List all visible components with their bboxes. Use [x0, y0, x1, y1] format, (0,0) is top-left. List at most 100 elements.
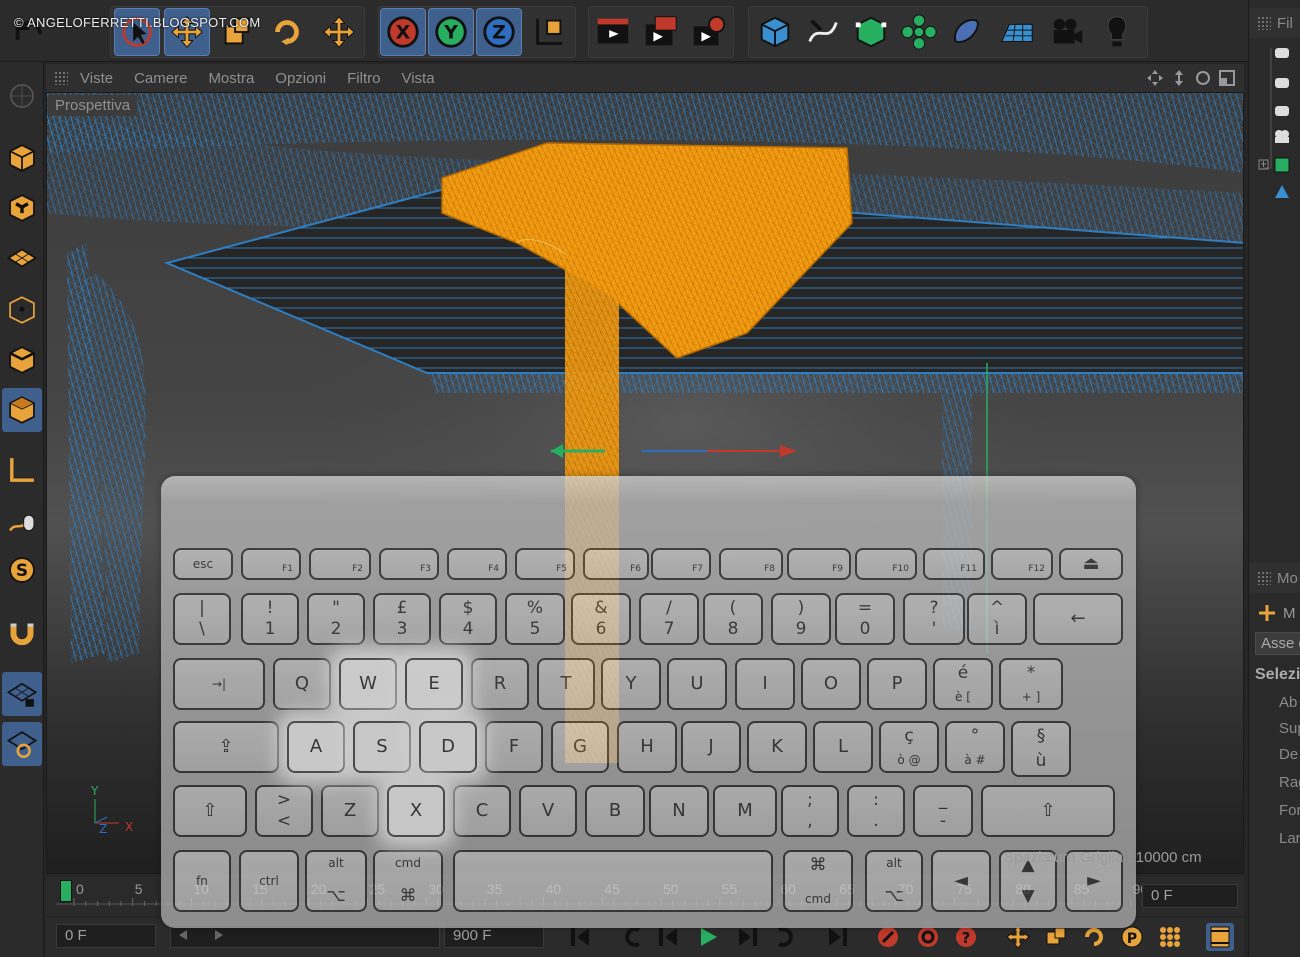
key-: § ù [1011, 721, 1071, 777]
nurbs-icon[interactable] [848, 8, 894, 56]
zoom-view-icon[interactable] [1170, 69, 1188, 87]
key-k: K [747, 721, 807, 773]
array-icon[interactable] [896, 8, 942, 56]
polygons-mode-icon[interactable] [2, 388, 42, 432]
key-p: P [867, 658, 927, 710]
deformer-icon[interactable] [944, 8, 990, 56]
move-tool-icon[interactable] [316, 8, 362, 56]
menu-camere[interactable]: Camere [134, 70, 187, 87]
key-: ° à # [945, 721, 1005, 773]
key-label-lower: - [939, 811, 947, 831]
key-cmd: ⌘ cmd [783, 850, 853, 912]
key-label-upper: cmd [395, 856, 421, 870]
key-label: F [508, 736, 520, 757]
rotate-view-icon[interactable] [1194, 69, 1212, 87]
key-v: V [519, 785, 577, 837]
timeline-icon[interactable] [1206, 923, 1234, 951]
points-mode-icon[interactable] [2, 288, 42, 332]
key-label: F9 [832, 564, 843, 574]
key-label-upper: ? [929, 598, 939, 618]
key-label: ⏏ [1082, 553, 1100, 574]
key-fn: fn [173, 850, 231, 912]
cube-icon[interactable] [752, 8, 798, 56]
attr-row-5[interactable]: Lar [1279, 830, 1300, 847]
key-label-lower: ⌥ [326, 886, 346, 906]
key-label: D [441, 736, 455, 757]
key-pla-icon[interactable] [1156, 923, 1184, 951]
key-f11: F11 [923, 548, 985, 580]
current-frame-field[interactable]: 0 F [1142, 884, 1238, 908]
attribute-manager-grip-icon[interactable] [1257, 571, 1271, 585]
key-label-upper: : [873, 790, 879, 810]
light-icon[interactable] [1094, 8, 1140, 56]
workplane-lock-icon[interactable] [2, 672, 42, 716]
workplane-rotate-icon[interactable] [2, 722, 42, 766]
key-label-lower: 4 [462, 619, 474, 639]
start-frame-field[interactable]: 0 F [56, 924, 156, 948]
magnet-icon[interactable] [2, 610, 42, 654]
render-settings-icon[interactable] [686, 8, 732, 56]
key-5: % 5 [505, 593, 565, 645]
key-label-upper: ! [266, 598, 274, 618]
key-label: W [359, 673, 377, 694]
axis-mode-icon[interactable] [2, 448, 42, 492]
key-d: D [419, 721, 477, 773]
attr-row-2[interactable]: De [1279, 746, 1298, 763]
texture-mode-icon[interactable] [2, 186, 42, 230]
key-e: E [405, 658, 463, 710]
key-: cmd ⌘ [373, 850, 443, 912]
key-label: Y [625, 673, 637, 694]
object-manager-grip-icon[interactable] [1257, 16, 1271, 30]
edges-mode-icon[interactable] [2, 338, 42, 382]
key-u: U [667, 658, 727, 710]
render-picture-viewer-icon[interactable] [638, 8, 684, 56]
key-x: X [387, 785, 445, 837]
key-f: F [485, 721, 543, 773]
coordinate-system-icon[interactable] [526, 8, 572, 56]
key-label-lower: ▼ [1021, 886, 1035, 906]
viewport-nav-icons [1146, 69, 1236, 87]
key-: | \ [173, 593, 231, 645]
key-label-upper: _ [938, 790, 948, 810]
snap-icon[interactable]: S [2, 548, 42, 592]
z-axis-lock-icon[interactable]: Z [476, 8, 522, 56]
z-axis-label: Z [492, 22, 506, 44]
add-icon[interactable] [1257, 603, 1277, 623]
key-label-lower: . [873, 811, 879, 831]
attr-row-0[interactable]: Ab [1279, 694, 1297, 711]
camera-icon[interactable] [1044, 8, 1090, 56]
key-label: F1 [282, 564, 293, 574]
tab-axis[interactable]: Asse d [1255, 632, 1300, 655]
render-view-icon[interactable] [590, 8, 636, 56]
axis-y-label: Y [90, 784, 99, 798]
y-axis-lock-icon[interactable]: Y [428, 8, 474, 56]
maximize-view-icon[interactable] [1218, 69, 1236, 87]
key-label: F5 [556, 564, 567, 574]
attr-row-3[interactable]: Rag [1279, 774, 1300, 791]
attr-row-4[interactable]: For [1279, 802, 1300, 819]
attribute-manager-title: Mo [1277, 569, 1298, 587]
object-manager-header: Fil [1249, 8, 1300, 38]
pan-view-icon[interactable] [1146, 69, 1164, 87]
menu-opzioni[interactable]: Opzioni [275, 70, 326, 87]
menu-vista[interactable]: Vista [401, 70, 434, 87]
model-mode-icon[interactable] [2, 136, 42, 180]
key-f3: F3 [379, 548, 439, 580]
floor-icon[interactable] [994, 8, 1040, 56]
menu-viste[interactable]: Viste [80, 70, 113, 87]
playhead-marker[interactable] [60, 880, 72, 902]
workplane-icon[interactable] [2, 236, 42, 280]
x-axis-lock-icon[interactable]: X [380, 8, 426, 56]
make-editable-icon[interactable] [2, 74, 42, 118]
attribute-mode-row[interactable]: M [1257, 602, 1300, 624]
attr-row-1[interactable]: Sup [1279, 720, 1300, 737]
spline-pen-icon[interactable] [800, 8, 846, 56]
panel-grip-icon[interactable] [54, 71, 68, 85]
rotate-icon[interactable] [264, 8, 310, 56]
tweak-mode-icon[interactable] [2, 500, 42, 544]
menu-mostra[interactable]: Mostra [208, 70, 254, 87]
key-label-lower: , [807, 811, 813, 831]
key-: ⏏ [1059, 548, 1123, 580]
menu-filtro[interactable]: Filtro [347, 70, 380, 87]
object-tree[interactable] [1249, 40, 1300, 210]
